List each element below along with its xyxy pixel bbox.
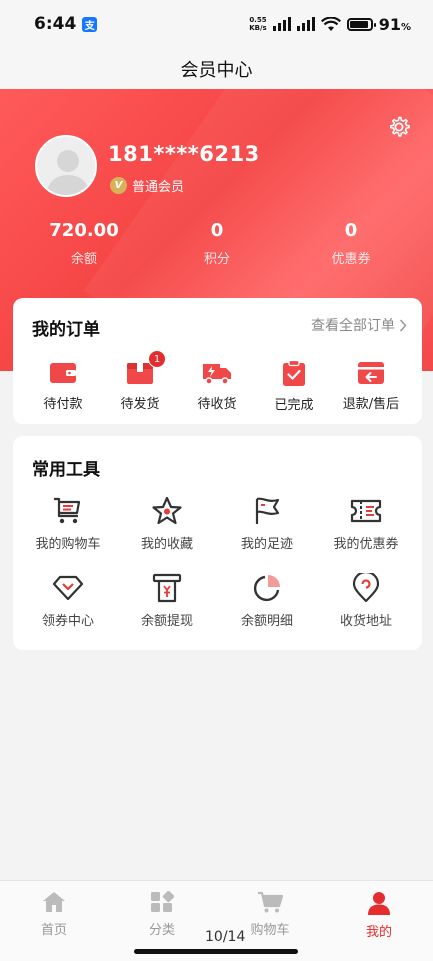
wifi-icon	[320, 16, 341, 31]
tool-coupon-center[interactable]: 领券中心	[23, 573, 113, 629]
star-icon	[152, 496, 182, 525]
tab-label: 我的	[365, 925, 392, 940]
stat-balance[interactable]: 720.00 余额	[24, 220, 144, 267]
home-indicator[interactable]	[134, 949, 298, 954]
page-indicator: 10/14	[205, 929, 246, 945]
vip-badge-icon: V	[110, 177, 127, 194]
tool-balance-withdraw[interactable]: 余额提现	[122, 573, 212, 629]
battery-icon	[346, 17, 376, 31]
home-icon	[43, 892, 65, 912]
ticket-icon	[350, 499, 382, 523]
location-pin-icon	[352, 573, 380, 603]
title-bar: 会员中心	[0, 48, 433, 89]
tab-label: 分类	[148, 923, 175, 938]
tab-label: 首页	[40, 923, 67, 938]
tools-title: 常用工具	[32, 460, 100, 480]
settings-gear-icon[interactable]	[387, 115, 411, 139]
order-refund-aftersale[interactable]: 退款/售后	[326, 360, 416, 412]
tool-label: 余额提现	[140, 614, 193, 629]
status-bar: 6:44 支 0.55 KB/s 91%	[0, 0, 433, 48]
avatar[interactable]	[35, 135, 97, 197]
member-level-label: 普通会员	[132, 180, 185, 195]
battery-percent: 91%	[378, 14, 411, 34]
stat-coupons[interactable]: 0 优惠券	[291, 220, 411, 267]
network-speed: 0.55 KB/s	[249, 16, 267, 32]
pie-chart-icon	[253, 575, 280, 602]
tool-label: 我的收藏	[140, 537, 193, 552]
order-count-badge: 1	[148, 350, 166, 368]
status-right: 0.55 KB/s 91%	[249, 15, 411, 34]
tool-shipping-address[interactable]: 收货地址	[321, 573, 411, 629]
tool-label: 领券中心	[41, 614, 94, 629]
tool-my-cart[interactable]: 我的购物车	[23, 496, 113, 552]
diamond-icon	[52, 575, 84, 601]
truck-icon	[203, 364, 231, 385]
status-time: 6:44	[34, 14, 77, 34]
user-icon	[368, 892, 390, 915]
tool-label: 我的足迹	[240, 537, 293, 552]
member-level: V 普通会员	[110, 176, 184, 195]
orders-title: 我的订单	[32, 320, 100, 340]
stat-value: 720.00	[49, 220, 119, 241]
tool-my-coupons[interactable]: 我的优惠券	[321, 496, 411, 552]
signal-icon	[272, 17, 291, 31]
tool-balance-details[interactable]: 余额明细	[222, 573, 312, 629]
tool-my-favorites[interactable]: 我的收藏	[122, 496, 212, 552]
category-icon	[151, 891, 174, 912]
clipboard-check-icon	[283, 360, 305, 386]
wallet-icon	[50, 363, 76, 383]
stat-label: 余额	[70, 252, 97, 267]
tab-home[interactable]: 首页	[0, 891, 108, 938]
view-all-label: 查看全部订单	[311, 318, 395, 334]
stat-label: 优惠券	[331, 252, 371, 267]
tool-label: 收货地址	[339, 614, 392, 629]
tool-label: 我的优惠券	[333, 537, 399, 552]
flag-icon	[255, 497, 280, 524]
refund-icon	[358, 362, 384, 384]
cart-icon	[258, 891, 283, 913]
tool-label: 余额明细	[240, 614, 293, 629]
cart-icon	[54, 497, 81, 524]
stat-points[interactable]: 0 积分	[157, 220, 277, 267]
tab-mine[interactable]: 我的	[325, 891, 433, 940]
stat-label: 积分	[203, 252, 230, 267]
stat-value: 0	[210, 220, 224, 241]
chevron-right-icon	[399, 318, 407, 332]
tool-my-footprint[interactable]: 我的足迹	[222, 496, 312, 552]
order-label: 退款/售后	[342, 397, 400, 412]
view-all-orders-link[interactable]: 查看全部订单	[311, 315, 407, 335]
signal-icon-2	[296, 17, 315, 31]
alipay-notification-icon: 支	[82, 16, 98, 32]
user-phone: 181****6213	[108, 142, 260, 166]
page-title: 会员中心	[180, 59, 253, 81]
tab-category[interactable]: 分类	[108, 891, 216, 938]
orders-card: 我的订单 查看全部订单 待付款 1 待发货 待收货 已完成 退款/售后	[13, 298, 422, 424]
stat-value: 0	[344, 220, 358, 241]
tab-label: 购物车	[250, 923, 290, 938]
tool-label: 我的购物车	[35, 537, 101, 552]
tools-card: 常用工具 我的购物车 我的收藏 我的足迹 我的优惠券 领券中心 余额提现 余额明…	[13, 436, 422, 650]
atm-icon	[152, 573, 182, 603]
status-left: 6:44 支	[34, 14, 98, 34]
